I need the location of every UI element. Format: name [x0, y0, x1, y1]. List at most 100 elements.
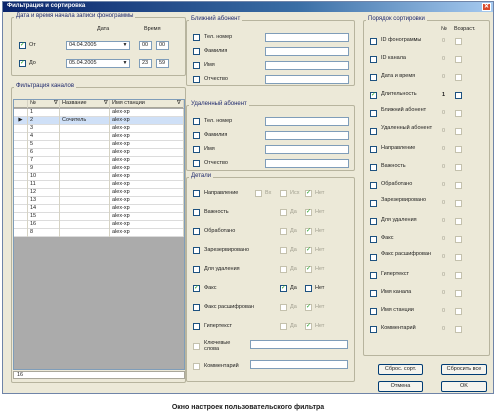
sort-item-checkbox[interactable]: [370, 254, 377, 261]
header-name[interactable]: Название: [60, 100, 110, 108]
detail-no-checkbox[interactable]: ✓: [305, 304, 312, 311]
sort-item-ascending-checkbox[interactable]: [455, 326, 462, 333]
near_subscriber-field-input[interactable]: [265, 61, 349, 70]
table-row[interactable]: 11 alex-xp: [14, 181, 184, 189]
sort-item-checkbox[interactable]: [370, 164, 377, 171]
ok-button[interactable]: OK: [441, 381, 487, 392]
reset-all-button[interactable]: Сбросить все: [441, 364, 487, 375]
detail-option-checkbox[interactable]: [280, 190, 287, 197]
sort-item-checkbox[interactable]: [370, 236, 377, 243]
cell-name[interactable]: [60, 141, 110, 149]
cell-name[interactable]: [60, 125, 110, 133]
detail-checkbox[interactable]: [193, 209, 200, 216]
cell-name[interactable]: [60, 189, 110, 197]
table-row[interactable]: 3 alex-xp: [14, 125, 184, 133]
sort-item-ascending-checkbox[interactable]: [455, 110, 462, 117]
comment-field[interactable]: [250, 360, 348, 369]
keywords-field[interactable]: [250, 340, 348, 349]
close-button[interactable]: ✕: [482, 3, 491, 11]
filter-station-icon[interactable]: ∇: [177, 100, 181, 107]
remote_subscriber-checkbox[interactable]: [193, 118, 200, 125]
table-row[interactable]: 1 alex-xp: [14, 109, 184, 117]
title-bar[interactable]: Фильтрация и сортировка ✕: [3, 2, 493, 12]
cell-name[interactable]: [60, 173, 110, 181]
detail-yes-checkbox[interactable]: [280, 247, 287, 254]
remote_subscriber-checkbox[interactable]: [193, 146, 200, 153]
sort-item-ascending-checkbox[interactable]: [455, 56, 462, 63]
sort-item-ascending-checkbox[interactable]: [455, 128, 462, 135]
sort-item-ascending-checkbox[interactable]: [455, 146, 462, 153]
remote_subscriber-checkbox[interactable]: [193, 132, 200, 139]
near_subscriber-checkbox[interactable]: [193, 62, 200, 69]
cell-name[interactable]: [60, 197, 110, 205]
sort-item-checkbox[interactable]: [370, 74, 377, 81]
table-row[interactable]: 7 alex-xp: [14, 157, 184, 165]
sort-item-checkbox[interactable]: [370, 56, 377, 63]
detail-yes-checkbox[interactable]: [280, 266, 287, 273]
table-row[interactable]: 16 alex-xp: [14, 221, 184, 229]
to-date-dropdown-icon[interactable]: ▼: [121, 59, 129, 67]
comment-checkbox[interactable]: [193, 363, 200, 370]
remote_subscriber-field-input[interactable]: [265, 131, 349, 140]
detail-no-checkbox[interactable]: [305, 285, 312, 292]
detail-checkbox[interactable]: [193, 323, 200, 330]
cell-name[interactable]: [60, 149, 110, 157]
table-row[interactable]: 13 alex-xp: [14, 197, 184, 205]
sort-item-checkbox[interactable]: [370, 182, 377, 189]
detail-no-checkbox[interactable]: ✓: [305, 228, 312, 235]
detail-yes-checkbox[interactable]: [280, 209, 287, 216]
detail-no-checkbox[interactable]: ✓: [305, 266, 312, 273]
cell-name[interactable]: [60, 109, 110, 117]
remote_subscriber-field-input[interactable]: [265, 117, 349, 126]
detail-checkbox[interactable]: [193, 304, 200, 311]
from-checkbox[interactable]: ✓: [19, 42, 26, 49]
sort-item-checkbox[interactable]: [370, 128, 377, 135]
cell-name[interactable]: [60, 221, 110, 229]
table-row[interactable]: 10 alex-xp: [14, 173, 184, 181]
cancel-button[interactable]: Отмена: [378, 381, 423, 392]
sort-item-checkbox[interactable]: [370, 326, 377, 333]
near_subscriber-checkbox[interactable]: [193, 34, 200, 41]
detail-checkbox[interactable]: [193, 247, 200, 254]
sort-item-ascending-checkbox[interactable]: [455, 290, 462, 297]
table-row[interactable]: 6 alex-xp: [14, 149, 184, 157]
sort-item-ascending-checkbox[interactable]: [455, 182, 462, 189]
sort-item-ascending-checkbox[interactable]: [455, 254, 462, 261]
filter-num-icon[interactable]: ∇: [54, 100, 58, 107]
table-row[interactable]: 15 alex-xp: [14, 213, 184, 221]
sort-item-checkbox[interactable]: [370, 290, 377, 297]
detail-no-checkbox[interactable]: ✓: [305, 209, 312, 216]
near_subscriber-field-input[interactable]: [265, 75, 349, 84]
from-date-dropdown-icon[interactable]: ▼: [121, 41, 129, 49]
sort-item-ascending-checkbox[interactable]: [455, 74, 462, 81]
remote_subscriber-field-input[interactable]: [265, 145, 349, 154]
from-hours-field[interactable]: 00: [139, 41, 152, 50]
sort-item-ascending-checkbox[interactable]: [455, 272, 462, 279]
table-row[interactable]: 12 alex-xp: [14, 189, 184, 197]
sort-item-checkbox[interactable]: [370, 38, 377, 45]
detail-checkbox[interactable]: [193, 266, 200, 273]
cell-name[interactable]: [60, 229, 110, 237]
cell-name[interactable]: [60, 133, 110, 141]
near_subscriber-checkbox[interactable]: [193, 76, 200, 83]
filter-name-icon[interactable]: ∇: [104, 100, 108, 107]
cell-name[interactable]: [60, 213, 110, 221]
detail-yes-checkbox[interactable]: ✓: [280, 285, 287, 292]
sort-item-ascending-checkbox[interactable]: [455, 92, 462, 99]
cell-name[interactable]: [60, 165, 110, 173]
cell-name[interactable]: [60, 205, 110, 213]
sort-item-checkbox[interactable]: [370, 308, 377, 315]
remote_subscriber-field-input[interactable]: [265, 159, 349, 168]
from-minutes-field[interactable]: 00: [156, 41, 169, 50]
table-row[interactable]: 9 alex-xp: [14, 165, 184, 173]
near_subscriber-field-input[interactable]: [265, 33, 349, 42]
cell-name[interactable]: Сочитель: [60, 117, 110, 125]
detail-checkbox[interactable]: [193, 190, 200, 197]
reset-sort-button[interactable]: Сброс. сорт.: [378, 364, 423, 375]
header-station[interactable]: Имя станции: [110, 100, 184, 108]
cell-name[interactable]: [60, 157, 110, 165]
detail-no-checkbox[interactable]: ✓: [305, 323, 312, 330]
table-row[interactable]: 4 alex-xp: [14, 133, 184, 141]
table-row[interactable]: 14 alex-xp: [14, 205, 184, 213]
detail-yes-checkbox[interactable]: [280, 323, 287, 330]
